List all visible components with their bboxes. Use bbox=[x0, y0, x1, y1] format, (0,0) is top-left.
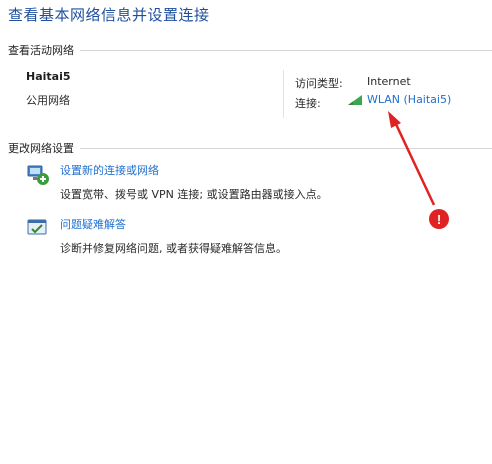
network-name: Haitai5 bbox=[26, 70, 71, 83]
setup-new-connection-link[interactable]: 设置新的连接或网络 bbox=[60, 162, 328, 178]
troubleshoot-problems-description: 诊断并修复网络问题, 或者获得疑难解答信息。 bbox=[60, 242, 287, 255]
wlan-connection-label: WLAN (Haitai5) bbox=[367, 93, 452, 106]
active-networks-header-label: 查看活动网络 bbox=[8, 44, 74, 57]
change-settings-header-label: 更改网络设置 bbox=[8, 142, 74, 155]
section-divider bbox=[80, 147, 492, 149]
wifi-signal-icon bbox=[348, 94, 362, 105]
troubleshoot-icon bbox=[27, 219, 47, 235]
change-settings-header: 更改网络设置 bbox=[8, 140, 492, 156]
setup-new-connection-description: 设置宽带、拨号或 VPN 连接; 或设置路由器或接入点。 bbox=[60, 188, 328, 201]
access-type-value: Internet bbox=[367, 75, 411, 88]
connections-label: 连接: bbox=[295, 97, 321, 110]
annotation-badge-text: ! bbox=[437, 212, 441, 227]
page-title: 查看基本网络信息并设置连接 bbox=[8, 6, 210, 24]
active-networks-header: 查看活动网络 bbox=[8, 42, 492, 58]
access-type-label: 访问类型: bbox=[295, 77, 343, 90]
task-new-connection: 设置新的连接或网络 设置宽带、拨号或 VPN 连接; 或设置路由器或接入点。 bbox=[26, 162, 328, 202]
network-setup-icon bbox=[27, 165, 49, 185]
annotation-badge bbox=[429, 209, 449, 229]
vertical-divider bbox=[283, 70, 284, 118]
task-troubleshoot: 问题疑难解答 诊断并修复网络问题, 或者获得疑难解答信息。 bbox=[26, 216, 287, 256]
section-divider bbox=[80, 49, 492, 51]
troubleshoot-problems-link[interactable]: 问题疑难解答 bbox=[60, 216, 287, 232]
network-category: 公用网络 bbox=[26, 94, 70, 107]
wlan-connection-link[interactable]: WLAN (Haitai5) bbox=[347, 93, 451, 106]
